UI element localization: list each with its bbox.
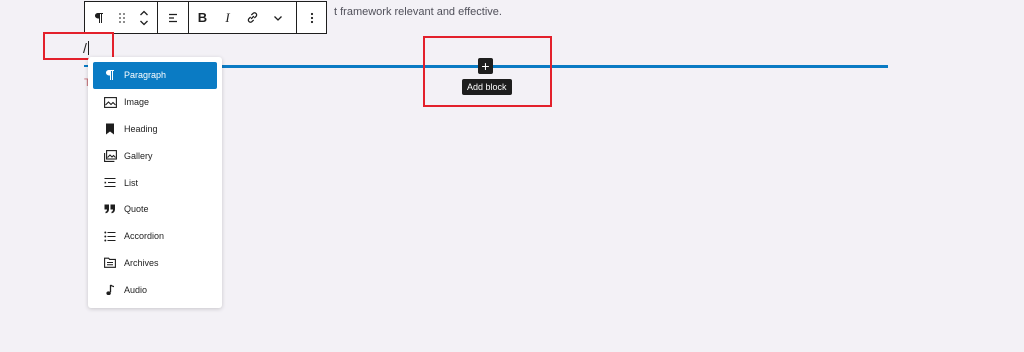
drag-handle-icon[interactable] xyxy=(113,2,131,33)
block-toolbar: B I xyxy=(84,1,327,34)
italic-button[interactable]: I xyxy=(216,2,239,33)
paragraph-icon xyxy=(103,68,117,82)
inserter-item-heading[interactable]: Heading xyxy=(93,116,217,143)
inserter-item-label: Accordion xyxy=(124,231,165,242)
archives-icon xyxy=(103,256,117,270)
move-up-down-icon[interactable] xyxy=(131,2,157,33)
paragraph-text[interactable]: t framework relevant and effective. xyxy=(334,6,502,18)
align-left-icon[interactable] xyxy=(158,2,188,33)
link-icon[interactable] xyxy=(239,2,266,33)
inserter-item-label: Archives xyxy=(124,257,159,268)
inserter-item-list[interactable]: List xyxy=(93,169,217,196)
list-icon xyxy=(103,176,117,190)
inserter-item-quote[interactable]: Quote xyxy=(93,196,217,223)
inserter-item-image[interactable]: Image xyxy=(93,89,217,116)
annotation-box-slash xyxy=(43,32,114,60)
toolbar-options-group xyxy=(296,2,326,33)
inserter-item-audio[interactable]: Audio xyxy=(93,276,217,303)
toolbar-block-group xyxy=(85,2,157,33)
accordion-icon xyxy=(103,229,117,243)
toolbar-format-group: B I xyxy=(188,2,296,33)
audio-icon xyxy=(103,283,117,297)
pilcrow-icon[interactable] xyxy=(85,2,113,33)
annotation-box-add-block xyxy=(423,36,552,107)
chevron-down-icon[interactable] xyxy=(266,2,290,33)
inserter-item-accordion[interactable]: Accordion xyxy=(93,223,217,250)
heading-icon xyxy=(103,122,117,136)
editor-canvas: t framework relevant and effective. B I xyxy=(0,0,1024,352)
inserter-item-label: List xyxy=(124,177,139,188)
quote-icon xyxy=(103,202,117,216)
inserter-item-label: Quote xyxy=(124,204,149,215)
image-icon xyxy=(103,95,117,109)
gallery-icon xyxy=(103,149,117,163)
inserter-item-label: Heading xyxy=(124,123,158,134)
inserter-item-label: Paragraph xyxy=(124,70,167,81)
inserter-item-label: Audio xyxy=(124,284,148,295)
bold-button[interactable]: B xyxy=(189,2,216,33)
block-inserter-menu: Paragraph Image Heading Gallery List Quo… xyxy=(88,57,222,308)
inserter-item-paragraph[interactable]: Paragraph xyxy=(93,62,217,89)
toolbar-align-group xyxy=(157,2,188,33)
inserter-item-gallery[interactable]: Gallery xyxy=(93,142,217,169)
inserter-item-label: Image xyxy=(124,97,150,108)
inserter-item-label: Gallery xyxy=(124,150,153,161)
kebab-menu-icon[interactable] xyxy=(297,2,326,33)
inserter-item-archives[interactable]: Archives xyxy=(93,250,217,277)
